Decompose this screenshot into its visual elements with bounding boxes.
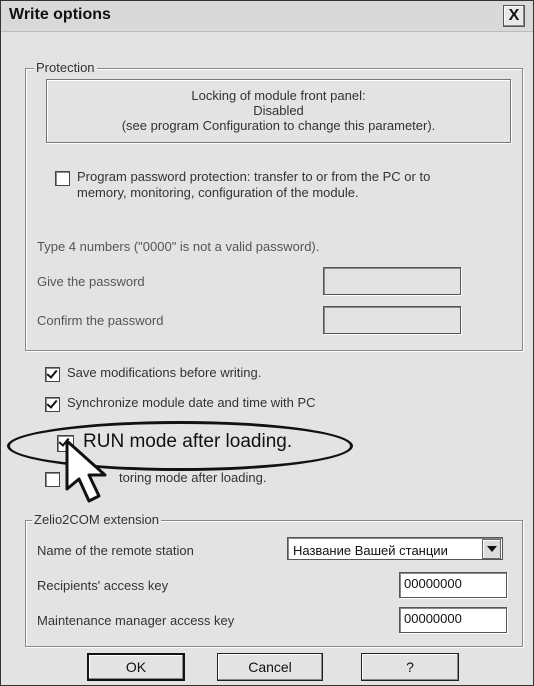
monitoring-mode-checkbox[interactable]	[45, 472, 60, 487]
password-protection-checkbox[interactable]	[55, 171, 70, 186]
confirm-password-field[interactable]	[323, 306, 461, 334]
save-modifications-label: Save modifications before writing.	[67, 365, 262, 380]
remote-station-select[interactable]: Название Вашей станции	[287, 537, 503, 560]
mouse-pointer-icon	[65, 439, 107, 503]
remote-station-label: Name of the remote station	[37, 543, 194, 558]
cancel-button[interactable]: Cancel	[217, 653, 323, 681]
front-panel-lock-info: Locking of module front panel: Disabled …	[46, 79, 511, 143]
password-hint: Type 4 numbers ("0000" is not a valid pa…	[37, 239, 320, 254]
recipients-key-label: Recipients' access key	[37, 578, 169, 593]
monitoring-mode-label: toring mode after loading.	[119, 470, 267, 485]
synchronize-date-label: Synchronize module date and time with PC	[67, 395, 316, 410]
give-password-label: Give the password	[37, 274, 145, 289]
maintenance-key-label: Maintenance manager access key	[37, 613, 235, 628]
chevron-down-icon[interactable]	[482, 539, 501, 559]
dialog-title: Write options	[9, 6, 111, 23]
title-bar: Write options X	[1, 1, 533, 32]
give-password-field[interactable]	[323, 267, 461, 295]
info-line-1: Locking of module front panel:	[191, 88, 366, 103]
protection-legend: Protection	[34, 60, 97, 75]
maintenance-key-field[interactable]: 00000000	[399, 607, 507, 633]
info-line-3: (see program Configuration to change thi…	[121, 118, 436, 133]
close-icon: X	[508, 7, 520, 24]
help-button[interactable]: ?	[361, 653, 459, 681]
password-protection-label-1: Program password protection: transfer to…	[77, 169, 431, 184]
synchronize-date-checkbox[interactable]	[45, 397, 60, 412]
zelio2com-legend: Zelio2COM extension	[32, 512, 161, 527]
remote-station-value: Название Вашей станции	[293, 543, 448, 558]
info-line-2: Disabled	[253, 103, 304, 118]
confirm-password-label: Confirm the password	[37, 313, 164, 328]
ok-button[interactable]: OK	[87, 653, 185, 681]
password-protection-label-2: memory, monitoring, configuration of the…	[77, 185, 359, 200]
recipients-key-field[interactable]: 00000000	[399, 572, 507, 598]
write-options-dialog: Write options X Protection Locking of mo…	[0, 0, 534, 686]
save-modifications-checkbox[interactable]	[45, 367, 60, 382]
close-button[interactable]: X	[503, 5, 525, 27]
